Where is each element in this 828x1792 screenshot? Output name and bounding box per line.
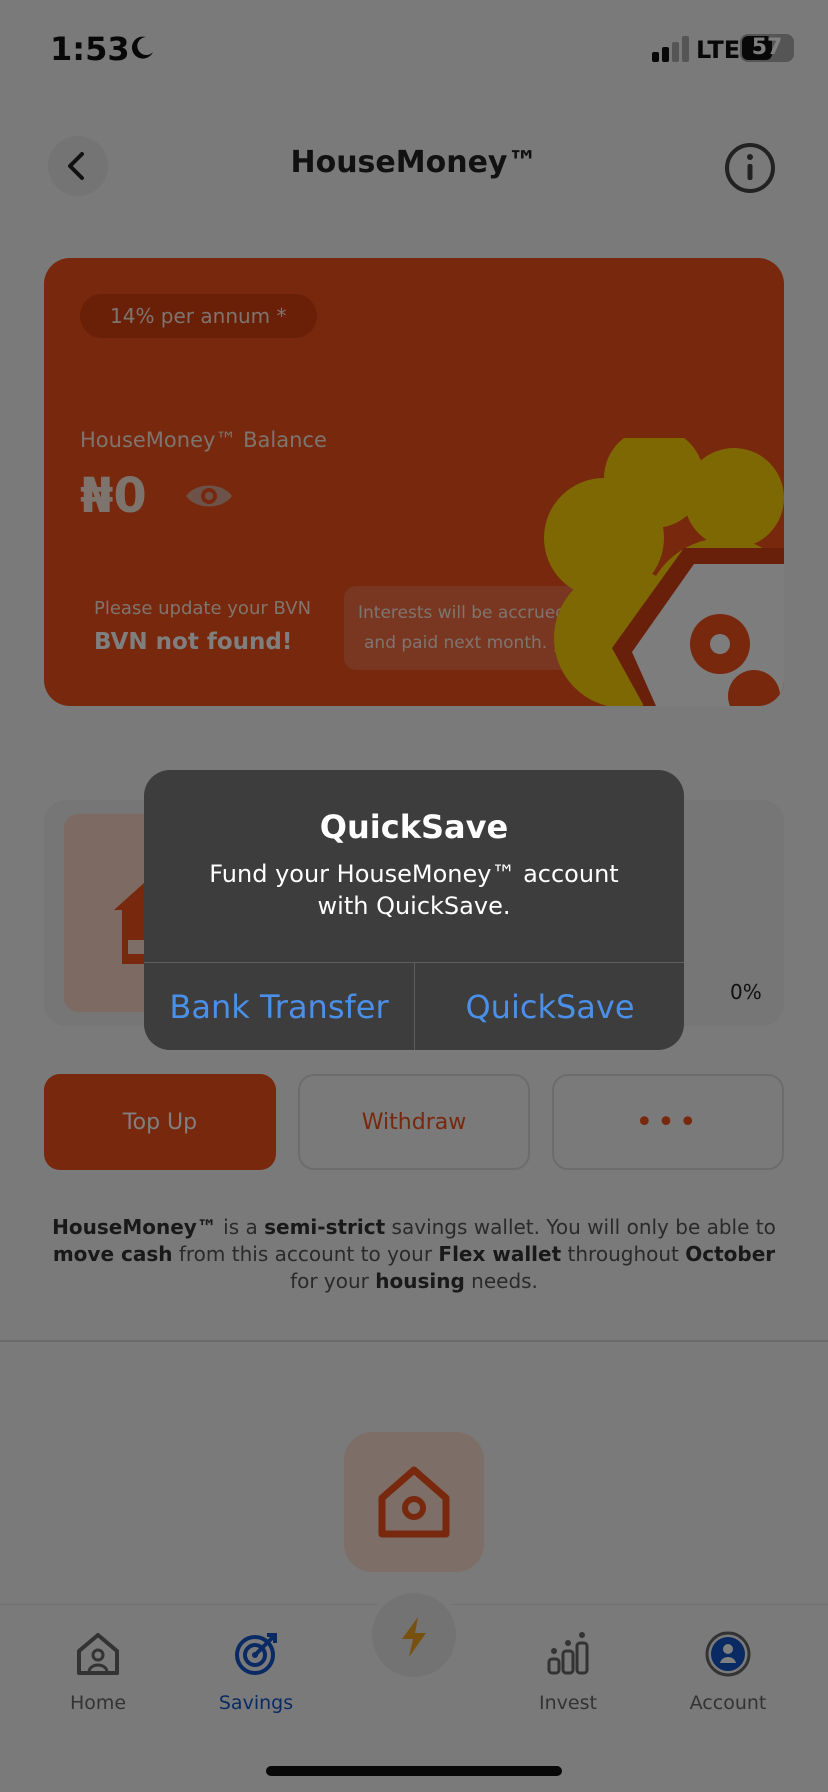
- dialog-title: QuickSave: [319, 808, 509, 846]
- bank-transfer-button[interactable]: Bank Transfer: [144, 963, 414, 1050]
- dialog-message: Fund your HouseMoney™ account with Quick…: [209, 860, 619, 920]
- quicksave-alert-dialog: QuickSave Fund your HouseMoney™ account …: [144, 770, 684, 1050]
- quicksave-button[interactable]: QuickSave: [415, 963, 684, 1050]
